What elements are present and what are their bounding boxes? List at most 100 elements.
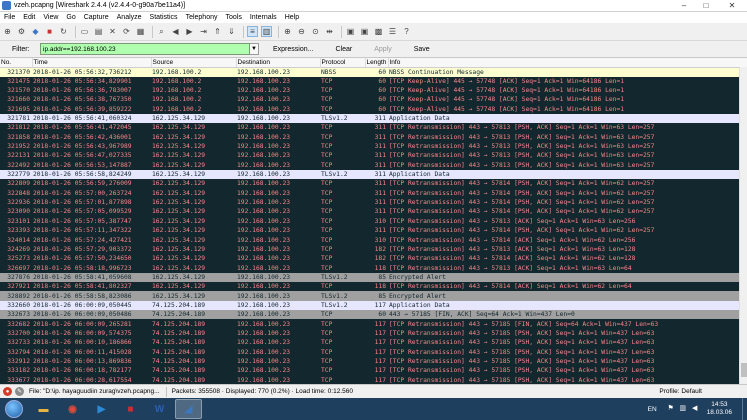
table-row[interactable]: 332794 2018-01-26 06:00:11,415028 74.125.2… <box>0 347 747 357</box>
table-row[interactable]: 323393 2018-01-26 05:57:11,347322 162.125.… <box>0 226 747 236</box>
menu-capture[interactable]: Capture <box>80 14 113 21</box>
table-row[interactable]: 321475 2018-01-26 05:56:34,829901 192.168.… <box>0 76 747 86</box>
table-row[interactable]: 321812 2018-01-26 05:56:41,472045 162.125.… <box>0 123 747 133</box>
table-row[interactable]: 322848 2018-01-26 05:57:00,263724 162.125.… <box>0 188 747 198</box>
table-row[interactable]: 321570 2018-01-26 05:56:36,783007 192.168.… <box>0 85 747 96</box>
table-row[interactable]: 321781 2018-01-26 05:56:41,060324 162.125.… <box>0 113 747 124</box>
zoom-in-icon[interactable]: ⊕ <box>282 26 293 37</box>
close-file-icon[interactable]: ✕ <box>107 26 118 37</box>
table-row[interactable]: 322131 2018-01-26 05:56:47,027335 162.125.… <box>0 151 747 161</box>
close-button[interactable]: ✕ <box>717 0 747 12</box>
clock[interactable]: 14:53 18.03.06 <box>707 401 732 417</box>
maximize-button[interactable]: □ <box>695 0 717 12</box>
table-row[interactable]: 321952 2018-01-26 05:56:43,967989 162.125.… <box>0 141 747 152</box>
menu-telephony[interactable]: Telephony <box>182 14 222 21</box>
column-header-length[interactable]: Length <box>365 58 389 68</box>
table-row[interactable]: 327876 2018-01-26 05:58:41,059608 162.125.… <box>0 272 747 283</box>
save-filter-button[interactable]: Save <box>406 46 438 53</box>
find-packet-icon[interactable]: ⌕ <box>156 26 167 37</box>
go-last-icon[interactable]: ⇓ <box>226 26 237 37</box>
save-file-icon[interactable]: ▤ <box>93 26 104 37</box>
menu-edit[interactable]: Edit <box>19 14 39 21</box>
autoscroll-icon[interactable]: ≡ <box>247 26 258 37</box>
expert-info-icon[interactable]: ● <box>3 387 12 396</box>
start-capture-icon[interactable]: ◆ <box>30 26 41 37</box>
packet-list-scrollbar[interactable] <box>739 67 747 384</box>
column-header-time[interactable]: Time <box>32 58 152 68</box>
table-row[interactable]: 328892 2018-01-26 05:58:58,823086 162.125.… <box>0 291 747 301</box>
table-row[interactable]: 333182 2018-01-26 06:00:18,782177 74.125.2… <box>0 366 747 376</box>
preferences-icon[interactable]: ☰ <box>387 26 398 37</box>
restart-capture-icon[interactable]: ↻ <box>58 26 69 37</box>
go-to-packet-icon[interactable]: ⇥ <box>198 26 209 37</box>
expression-button[interactable]: Expression... <box>265 46 321 53</box>
stop-capture-icon[interactable]: ■ <box>44 26 55 37</box>
go-forward-icon[interactable]: ▶ <box>184 26 195 37</box>
coloring-rules-icon[interactable]: ▩ <box>373 26 384 37</box>
menu-internals[interactable]: Internals <box>246 14 281 21</box>
interface-list-icon[interactable]: ⊕ <box>2 26 13 37</box>
media-player-icon[interactable]: ▶ <box>88 399 115 419</box>
menu-view[interactable]: View <box>39 14 62 21</box>
table-row[interactable]: 322936 2018-01-26 05:57:01,877898 162.125.… <box>0 197 747 208</box>
app-red-icon[interactable]: ■ <box>117 399 144 419</box>
column-header-info[interactable]: Info <box>388 58 747 68</box>
minimize-button[interactable]: – <box>673 0 695 12</box>
column-header-protocol[interactable]: Protocol <box>320 58 366 68</box>
table-row[interactable]: 322809 2018-01-26 05:56:59,276009 162.125.… <box>0 179 747 189</box>
start-button[interactable] <box>0 398 28 420</box>
table-row[interactable]: 332682 2018-01-26 06:00:09,265281 74.125.2… <box>0 319 747 329</box>
table-row[interactable]: 325273 2018-01-26 05:57:50,234650 162.125.… <box>0 254 747 264</box>
column-header-source[interactable]: Source <box>151 58 237 68</box>
network-icon[interactable]: ▥ <box>679 405 687 413</box>
apply-button[interactable]: Apply <box>366 46 400 53</box>
resize-columns-icon[interactable]: ⇹ <box>324 26 335 37</box>
table-row[interactable]: 321370 2018-01-26 05:56:32,736212 192.168.… <box>0 67 747 77</box>
menu-analyze[interactable]: Analyze <box>113 14 146 21</box>
capture-filters-icon[interactable]: ▣ <box>345 26 356 37</box>
table-row[interactable]: 322779 2018-01-26 05:56:58,824249 162.125.… <box>0 169 747 180</box>
normal-size-icon[interactable]: ⊙ <box>310 26 321 37</box>
table-row[interactable]: 321660 2018-01-26 05:56:38,767350 192.168.… <box>0 95 747 105</box>
table-row[interactable]: 332733 2018-01-26 06:00:10,186866 74.125.2… <box>0 338 747 348</box>
zoom-out-icon[interactable]: ⊖ <box>296 26 307 37</box>
show-desktop-button[interactable] <box>742 398 747 420</box>
display-filter-input[interactable]: ip.addr==192.168.100.23 <box>40 43 250 55</box>
print-icon[interactable]: ▦ <box>135 26 146 37</box>
table-row[interactable]: 323090 2018-01-26 05:57:05,099529 162.125.… <box>0 207 747 217</box>
filter-history-dropdown[interactable]: ▼ <box>250 43 259 55</box>
table-row[interactable]: 333677 2018-01-26 06:00:28,617554 74.125.2… <box>0 375 747 384</box>
table-row[interactable]: 323101 2018-01-26 05:57:05,387747 162.125.… <box>0 216 747 226</box>
wireshark-icon[interactable]: ◢ <box>175 399 202 419</box>
menu-help[interactable]: Help <box>281 14 303 21</box>
table-row[interactable]: 324014 2018-01-26 05:57:24,427421 162.125.… <box>0 235 747 245</box>
table-row[interactable]: 327921 2018-01-26 05:58:41,802327 162.125.… <box>0 282 747 292</box>
colorize-icon[interactable]: ▥ <box>261 26 272 37</box>
capture-comment-icon[interactable]: ✎ <box>15 387 24 396</box>
go-first-icon[interactable]: ⇑ <box>212 26 223 37</box>
table-row[interactable]: 326697 2018-01-26 05:58:18,996723 162.125.… <box>0 263 747 273</box>
status-profile[interactable]: Profile: Default <box>659 388 702 395</box>
table-row[interactable]: 321695 2018-01-26 05:56:39,859222 192.168.… <box>0 104 747 114</box>
table-row[interactable]: 332673 2018-01-26 06:00:09,050486 74.125.2… <box>0 310 747 320</box>
table-row[interactable]: 332912 2018-01-26 06:00:13,869836 74.125.2… <box>0 356 747 367</box>
open-file-icon[interactable]: ▭ <box>79 26 90 37</box>
menu-file[interactable]: File <box>0 14 19 21</box>
table-row[interactable]: 324269 2018-01-26 05:57:29,903372 162.125.… <box>0 244 747 255</box>
column-header-no[interactable]: No. <box>0 58 33 68</box>
word-icon[interactable]: W <box>146 399 173 419</box>
capture-options-icon[interactable]: ⚙ <box>16 26 27 37</box>
language-indicator[interactable]: EN <box>648 406 657 413</box>
display-filters-icon[interactable]: ▣ <box>359 26 370 37</box>
clear-button[interactable]: Clear <box>327 46 360 53</box>
table-row[interactable]: 332660 2018-01-26 06:00:09,050445 74.125.2… <box>0 300 747 311</box>
scrollbar-thumb[interactable] <box>741 363 747 377</box>
chrome-icon[interactable]: ◉ <box>59 399 86 419</box>
menu-tools[interactable]: Tools <box>221 14 245 21</box>
table-row[interactable]: 332700 2018-01-26 06:00:09,574375 74.125.2… <box>0 328 747 339</box>
flag-icon[interactable]: ⚑ <box>667 405 675 413</box>
volume-icon[interactable]: ◀ <box>691 405 699 413</box>
menu-go[interactable]: Go <box>62 14 79 21</box>
go-back-icon[interactable]: ◀ <box>170 26 181 37</box>
reload-file-icon[interactable]: ⟳ <box>121 26 132 37</box>
